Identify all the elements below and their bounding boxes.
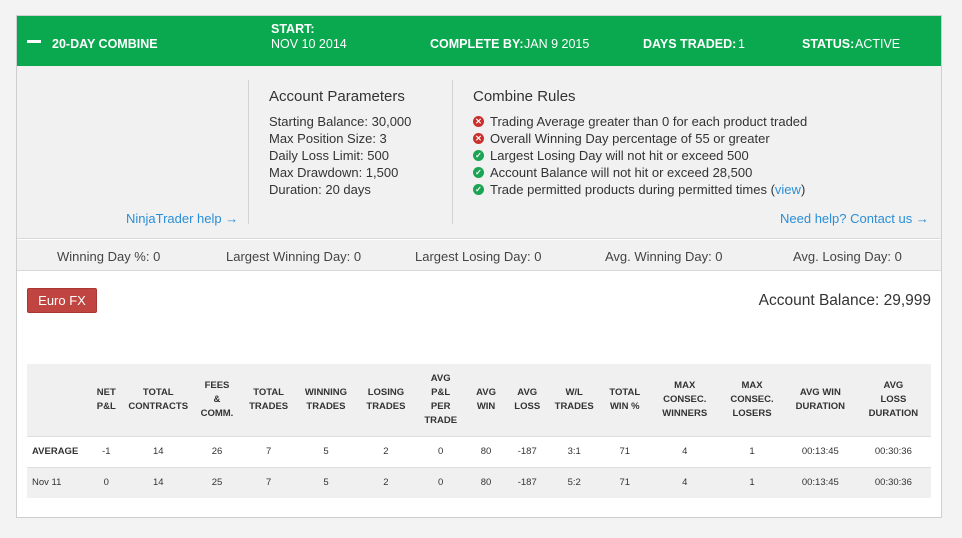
table-cell: 71	[599, 435, 651, 467]
days-traded-value: 1	[738, 37, 745, 51]
combine-details: NinjaTrader help → Account Parameters St…	[17, 66, 941, 239]
divider	[248, 80, 249, 224]
table-cell: 00:30:36	[855, 435, 931, 467]
column-header: AVG LOSS DURATION	[855, 364, 931, 436]
table-row: AVERAGE -1 14 26 7 5 2 0 80 -187 3:1 71 4 1 00:13:45 00…	[27, 435, 931, 467]
column-header: LOSING TRADES	[357, 364, 415, 436]
column-header: AVG WIN DURATION	[784, 364, 856, 436]
table-cell: 2	[357, 466, 415, 498]
table-cell: 00:13:45	[784, 435, 856, 467]
table-cell: 4	[650, 435, 720, 467]
table-cell: 71	[599, 466, 651, 498]
table-cell: 2	[357, 435, 415, 467]
param-item: Duration: 20 days	[269, 182, 371, 197]
euro-fx-button[interactable]: Euro FX	[27, 288, 97, 313]
table-cell: 7	[242, 466, 295, 498]
table-header-row: NET P&L TOTAL CONTRACTS FEES & COMM. TOTAL TRADE…	[27, 364, 931, 436]
status-label: STATUS:	[802, 37, 855, 51]
account-parameters-title: Account Parameters	[269, 88, 405, 105]
table-cell: 0	[414, 466, 467, 498]
table-cell: 14	[125, 435, 192, 467]
table-cell: 25	[191, 466, 243, 498]
largest-winning-day: Largest Winning Day: 0	[226, 249, 362, 264]
complete-label: COMPLETE BY:	[430, 37, 524, 51]
column-header: TOTAL WIN %	[599, 364, 651, 436]
column-header: AVG P&L PER TRADE	[414, 364, 467, 436]
table-cell: 4	[650, 466, 720, 498]
column-header: TOTAL CONTRACTS	[125, 364, 192, 436]
complete-value: JAN 9 2015	[524, 37, 590, 51]
table-cell: 1	[719, 466, 785, 498]
avg-losing-day: Avg. Losing Day: 0	[793, 249, 902, 264]
account-balance: Account Balance: 29,999	[758, 292, 931, 309]
check-circle-icon: ✓	[473, 184, 484, 195]
table-cell: 1	[719, 435, 785, 467]
table-cell: 5:2	[549, 466, 600, 498]
column-header: TOTAL TRADES	[242, 364, 295, 436]
table-cell: 14	[125, 466, 192, 498]
column-header: WINNING TRADES	[294, 364, 358, 436]
table-cell: -187	[505, 466, 550, 498]
view-link[interactable]: view	[775, 182, 801, 197]
collapse-icon[interactable]	[27, 40, 41, 43]
check-circle-icon: ✓	[473, 150, 484, 161]
start-label: START:	[271, 22, 315, 36]
table-cell: 5	[294, 435, 358, 467]
param-item: Daily Loss Limit: 500	[269, 148, 389, 163]
column-header: W/L TRADES	[549, 364, 600, 436]
days-traded-label: DAYS TRADED:	[643, 37, 737, 51]
column-header	[27, 364, 88, 436]
param-item: Max Drawdown: 1,500	[269, 165, 399, 180]
check-circle-icon: ✓	[473, 167, 484, 178]
combine-header[interactable]: 20-DAY COMBINE START: NOV 10 2014 COMPLE…	[17, 16, 941, 66]
x-circle-icon: ✕	[473, 116, 484, 127]
combine-card: 20-DAY COMBINE START: NOV 10 2014 COMPLE…	[16, 15, 942, 518]
trades-table: NET P&L TOTAL CONTRACTS FEES & COMM. TOTAL TRADE…	[27, 364, 931, 498]
combine-rules-title: Combine Rules	[473, 88, 576, 105]
divider	[452, 80, 453, 224]
table-cell: -1	[87, 435, 126, 467]
param-item: Starting Balance: 30,000	[269, 114, 412, 129]
table-cell: 0	[414, 435, 467, 467]
table-cell: 00:13:45	[784, 466, 856, 498]
ninjatrader-help-link[interactable]: NinjaTrader help →	[126, 211, 238, 226]
table-cell: 3:1	[549, 435, 600, 467]
winning-day-pct: Winning Day %: 0	[57, 249, 161, 264]
param-item: Max Position Size: 3	[269, 131, 387, 146]
x-circle-icon: ✕	[473, 133, 484, 144]
column-header: MAX CONSEC. LOSERS	[719, 364, 785, 436]
table-cell: 00:30:36	[855, 466, 931, 498]
stats-bar: Winning Day %: 0 Largest Winning Day: 0 …	[17, 240, 941, 271]
table-cell: 80	[466, 466, 506, 498]
table-cell: 80	[466, 435, 506, 467]
column-header: MAX CONSEC. WINNERS	[650, 364, 720, 436]
column-header: NET P&L	[87, 364, 126, 436]
table-cell: 7	[242, 435, 295, 467]
contact-link[interactable]: Need help? Contact us →	[780, 211, 929, 226]
table-cell: Nov 11	[27, 466, 88, 498]
table-body: AVERAGE -1 14 26 7 5 2 0 80 -187 3:1 71 4 1 00:13:45 00…	[27, 435, 931, 498]
table-cell: AVERAGE	[27, 435, 88, 467]
start-value: NOV 10 2014	[271, 37, 347, 51]
avg-winning-day: Avg. Winning Day: 0	[605, 249, 723, 264]
table-cell: 0	[87, 466, 126, 498]
table-cell: 26	[191, 435, 243, 467]
table-row: Nov 11 0 14 25 7 5 2 0 80 -187 5:2 71 4 1 00:13:45 00:3…	[27, 466, 931, 498]
table-cell: 5	[294, 466, 358, 498]
column-header: FEES & COMM.	[191, 364, 243, 436]
combine-title: 20-DAY COMBINE	[52, 37, 158, 51]
largest-losing-day: Largest Losing Day: 0	[415, 249, 542, 264]
table-cell: -187	[505, 435, 550, 467]
column-header: AVG LOSS	[505, 364, 550, 436]
status-value: ACTIVE	[855, 37, 901, 51]
column-header: AVG WIN	[466, 364, 506, 436]
